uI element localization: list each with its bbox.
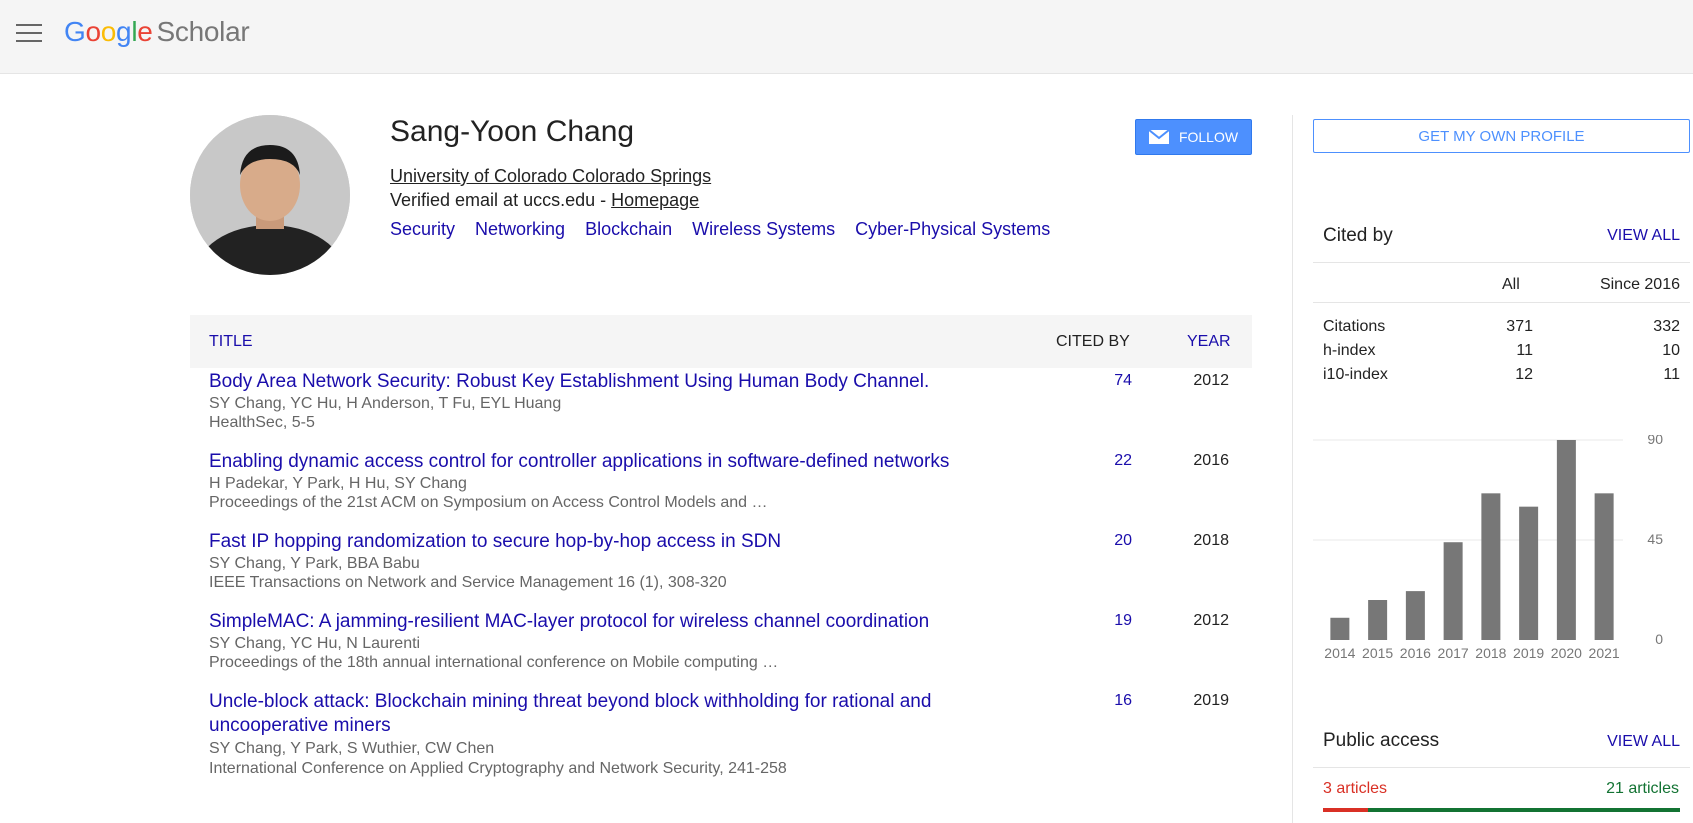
stat-since: 11 [1663,366,1680,383]
article-authors: SY Chang, YC Hu, N Laurenti [209,635,421,652]
y-tick-label: 90 [1647,435,1663,447]
cited-by-count[interactable]: 22 [1090,452,1132,470]
homepage-link[interactable]: Homepage [611,190,699,210]
sort-by-year[interactable]: YEAR [1187,333,1231,351]
profile-name: Sang-Yoon Chang [390,115,635,148]
envelope-icon [1148,130,1169,144]
x-tick-label: 2021 [1589,645,1620,661]
follow-label: FOLLOW [1178,129,1239,145]
research-interests: Security Networking Blockchain Wireless Sys… [390,219,1070,240]
logo-letter: g [116,16,132,47]
article-title-link[interactable]: Enabling dynamic access control for cont… [209,450,1009,474]
stat-label: Citations [1323,318,1386,335]
article-year: 2012 [1193,612,1229,629]
verified-email: Verified email at uccs.edu - Homepage [390,190,699,211]
article-authors: SY Chang, Y Park, S Wuthier, CW Chen [209,740,495,757]
chart-bar[interactable] [1330,617,1350,640]
public-access-title: Public access [1323,730,1440,751]
public-access-view-all-link[interactable]: VIEW ALL [1607,733,1680,751]
article-year: 2019 [1193,692,1229,709]
get-my-own-profile-button[interactable]: GET MY OWN PROFILE [1313,119,1690,153]
affiliation-link[interactable]: University of Colorado Colorado Springs [390,166,711,187]
not-available-count[interactable]: 3 articles [1323,780,1387,798]
logo-product-name: Scholar [156,16,250,47]
stat-all: 12 [1515,366,1533,383]
chart-bar[interactable] [1556,440,1576,640]
interest-link[interactable]: Blockchain [585,219,672,239]
cited-by-view-all-link[interactable]: VIEW ALL [1607,227,1680,245]
cited-by-count[interactable]: 16 [1090,692,1132,710]
chart-bar[interactable] [1405,591,1425,640]
article-venue: Proceedings of the 21st ACM on Symposium… [209,494,768,511]
interest-link[interactable]: Cyber-Physical Systems [855,219,1050,239]
interest-link[interactable]: Networking [475,219,565,239]
chart-bar[interactable] [1519,506,1539,640]
article-title-link[interactable]: Body Area Network Security: Robust Key E… [209,370,989,394]
logo-letter: o [100,16,117,47]
stat-all: 371 [1506,318,1533,335]
article-venue: HealthSec, 5-5 [209,414,315,431]
x-tick-label: 2018 [1475,645,1506,661]
follow-button[interactable]: FOLLOW [1135,119,1252,155]
article-venue: IEEE Transactions on Network and Service… [209,574,727,591]
article-authors: SY Chang, Y Park, BBA Babu [209,555,420,572]
article-venue: International Conference on Applied Cryp… [209,760,787,777]
stat-label: i10-index [1323,366,1388,383]
public-access-bar [1323,808,1680,812]
article-venue: Proceedings of the 18th annual internati… [209,654,779,671]
stat-since: 332 [1653,318,1680,335]
top-bar: Google Scholar [0,0,1693,74]
cited-by-count[interactable]: 74 [1090,372,1132,390]
article-year: 2018 [1193,532,1229,549]
x-tick-label: 2015 [1362,645,1393,661]
divider [1313,262,1690,263]
interest-link[interactable]: Wireless Systems [692,219,835,239]
x-tick-label: 2020 [1551,645,1582,661]
cited-by-header: CITED BY [1056,333,1130,350]
x-tick-label: 2017 [1438,645,1469,661]
column-divider [1292,115,1293,823]
article-title-link[interactable]: Uncle-block attack: Blockchain mining th… [209,690,989,738]
divider [1313,767,1690,768]
interest-link[interactable]: Security [390,219,455,239]
stats-col-all: All [1502,276,1520,293]
stats-col-since: Since 2016 [1599,276,1680,293]
logo-letter: o [85,16,101,47]
google-scholar-logo[interactable]: Google Scholar [64,16,250,48]
stat-label: h-index [1323,342,1376,359]
available-count[interactable]: 21 articles [1606,780,1679,798]
chart-bar[interactable] [1368,600,1388,640]
x-tick-label: 2016 [1400,645,1431,661]
logo-letter: G [64,16,86,47]
chart-bar[interactable] [1481,493,1501,640]
stat-all: 11 [1516,342,1533,359]
x-tick-label: 2014 [1324,645,1355,661]
article-title-link[interactable]: SimpleMAC: A jamming-resilient MAC-layer… [209,610,989,634]
cited-by-count[interactable]: 20 [1090,532,1132,550]
logo-letter: e [137,16,153,47]
profile-avatar [190,115,350,275]
article-year: 2012 [1193,372,1229,389]
article-year: 2016 [1193,452,1229,469]
sort-by-title[interactable]: TITLE [209,333,253,351]
article-authors: SY Chang, YC Hu, H Anderson, T Fu, EYL H… [209,395,562,412]
divider [1313,302,1690,303]
cited-by-count[interactable]: 19 [1090,612,1132,630]
x-tick-label: 2019 [1513,645,1544,661]
articles-table-header: TITLE CITED BY YEAR [190,315,1252,368]
email-text: Verified email at uccs.edu - [390,190,612,210]
avatar-image [190,115,350,275]
y-tick-label: 0 [1655,631,1663,647]
article-authors: H Padekar, Y Park, H Hu, SY Chang [209,475,467,492]
hamburger-menu-icon[interactable] [16,24,42,44]
y-tick-label: 45 [1647,531,1663,547]
citations-per-year-chart: 90 45 0 2014 2015 2016 2017 2018 2019 2020 2021 [1313,435,1663,661]
stat-since: 10 [1662,342,1680,359]
public-access-bar-fill [1323,808,1368,812]
chart-bar[interactable] [1443,542,1463,640]
article-title-link[interactable]: Fast IP hopping randomization to secure … [209,530,989,554]
chart-bar[interactable] [1594,493,1614,640]
cited-by-title: Cited by [1323,225,1393,246]
